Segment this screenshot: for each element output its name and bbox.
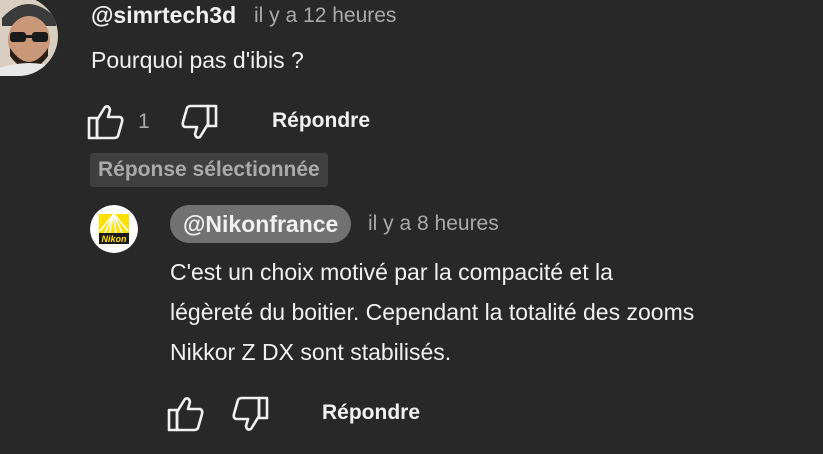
- like-count: 1: [138, 110, 150, 133]
- comment-timestamp[interactable]: il y a 12 heures: [254, 4, 396, 28]
- thumbs-down-icon[interactable]: [180, 104, 218, 140]
- user-avatar-icon[interactable]: [0, 0, 58, 76]
- comment-thread: @simrtech3d il y a 12 heures Pourquoi pa…: [0, 0, 823, 454]
- reply-text: C'est un choix motivé par la compacité e…: [170, 252, 820, 372]
- thumbs-up-icon[interactable]: [167, 396, 205, 432]
- nikon-logo-icon[interactable]: Nikon: [90, 205, 138, 253]
- nikon-logo-text: Nikon: [101, 234, 127, 244]
- reply-button[interactable]: Répondre: [322, 401, 420, 425]
- reply-text-line: C'est un choix motivé par la compacité e…: [170, 259, 613, 285]
- selected-reply-badge: Réponse sélectionnée: [90, 153, 328, 187]
- reply-text-line: légèreté du boitier. Cependant la totali…: [170, 299, 695, 325]
- thumbs-up-icon[interactable]: [87, 104, 125, 140]
- thumbs-down-icon[interactable]: [231, 396, 269, 432]
- reply-button[interactable]: Répondre: [272, 109, 370, 133]
- comment-author[interactable]: @simrtech3d: [91, 2, 236, 29]
- comment-text: Pourquoi pas d'ibis ?: [91, 47, 304, 73]
- reply-text-line: Nikkor Z DX sont stabilisés.: [170, 339, 452, 365]
- creator-author-chip[interactable]: @Nikonfrance: [170, 205, 352, 243]
- reply-timestamp[interactable]: il y a 8 heures: [368, 212, 499, 236]
